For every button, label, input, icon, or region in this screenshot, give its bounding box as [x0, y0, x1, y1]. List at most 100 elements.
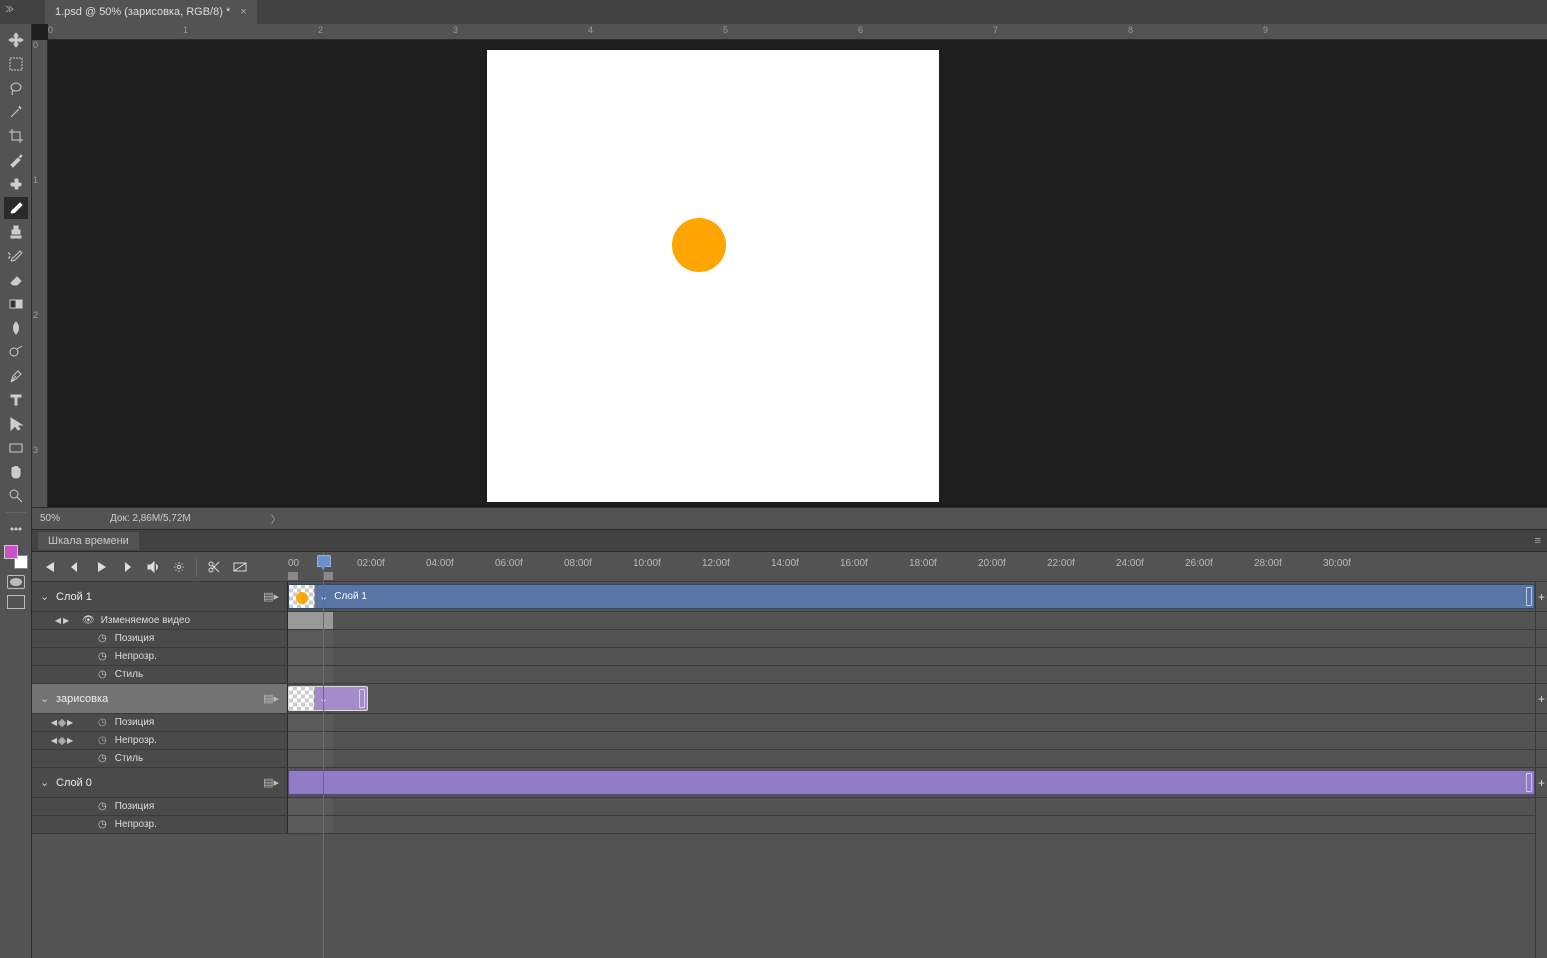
- stopwatch-icon[interactable]: ◷: [98, 669, 107, 680]
- timeline-menu-icon[interactable]: ≡: [1535, 535, 1541, 547]
- timeline-layer-row[interactable]: ⌄ зарисовка ▤▸ ⌄: [32, 684, 1547, 714]
- color-swatches[interactable]: [4, 545, 28, 569]
- close-icon[interactable]: ×: [240, 6, 246, 18]
- next-frame-button[interactable]: [114, 556, 140, 578]
- layer-header[interactable]: ⌄ зарисовка ▤▸: [32, 684, 288, 713]
- timeline-settings-button[interactable]: [166, 556, 192, 578]
- property-track[interactable]: [288, 630, 1535, 647]
- vertical-ruler[interactable]: 0 1 2 3: [32, 40, 48, 507]
- stopwatch-icon[interactable]: ◷: [98, 735, 107, 746]
- horizontal-ruler[interactable]: 0 1 2 3 4 5 6 7 8 9: [48, 24, 1547, 40]
- property-header[interactable]: ◷Стиль: [32, 666, 288, 683]
- timeline-tab[interactable]: Шкала времени: [38, 532, 139, 550]
- pen-tool-icon[interactable]: [4, 365, 28, 387]
- healing-tool-icon[interactable]: [4, 173, 28, 195]
- keyframe-nav[interactable]: ◀▶: [42, 736, 82, 745]
- property-track[interactable]: [288, 798, 1535, 815]
- transition-button[interactable]: [227, 556, 253, 578]
- property-header[interactable]: ◷Непрозр.: [32, 648, 288, 665]
- blur-tool-icon[interactable]: [4, 317, 28, 339]
- add-track-button[interactable]: +: [1536, 582, 1547, 612]
- property-track[interactable]: [288, 648, 1535, 665]
- chevron-down-icon[interactable]: ⌄: [40, 590, 52, 603]
- clip-end-handle[interactable]: [359, 689, 365, 708]
- property-header[interactable]: ◷Стиль: [32, 750, 288, 767]
- property-track[interactable]: [288, 816, 1535, 833]
- stamp-tool-icon[interactable]: [4, 221, 28, 243]
- visibility-icon[interactable]: 👁: [82, 615, 95, 626]
- clip-end-handle[interactable]: [1526, 773, 1532, 792]
- stopwatch-icon[interactable]: ◷: [98, 633, 107, 644]
- playhead[interactable]: [323, 552, 324, 958]
- track-body[interactable]: ⌄ Слой 1: [288, 582, 1535, 611]
- property-track[interactable]: [288, 750, 1535, 767]
- status-arrow-icon[interactable]: 〉: [271, 511, 281, 526]
- property-header[interactable]: ◀▶ ◷Непрозр.: [32, 732, 288, 749]
- crop-tool-icon[interactable]: [4, 125, 28, 147]
- video-clip[interactable]: ⌄: [288, 686, 368, 711]
- add-kf-icon[interactable]: [58, 736, 66, 744]
- zoom-tool-icon[interactable]: [4, 485, 28, 507]
- keyframe-nav[interactable]: ◀▶: [42, 616, 82, 625]
- stopwatch-icon[interactable]: ◷: [98, 753, 107, 764]
- next-kf-icon[interactable]: ▶: [63, 616, 69, 625]
- property-header[interactable]: ◷Позиция: [32, 630, 288, 647]
- timeline-layer-row[interactable]: ⌄ Слой 1 ▤▸ ⌄ Слой 1: [32, 582, 1547, 612]
- video-clip[interactable]: ⌄ Слой 1: [288, 584, 1535, 609]
- gradient-tool-icon[interactable]: [4, 293, 28, 315]
- document-tab[interactable]: 1.psd @ 50% (зарисовка, RGB/8) * ×: [45, 0, 257, 24]
- foreground-color-swatch[interactable]: [4, 545, 18, 559]
- audio-toggle-button[interactable]: [140, 556, 166, 578]
- property-track[interactable]: [288, 732, 1535, 749]
- chevron-down-icon[interactable]: ⌄: [40, 776, 52, 789]
- add-kf-icon[interactable]: [58, 718, 66, 726]
- document-size-info[interactable]: Док: 2,86M/5,72M: [110, 513, 191, 524]
- rectangle-tool-icon[interactable]: [4, 437, 28, 459]
- prev-kf-icon[interactable]: ◀: [51, 736, 57, 745]
- video-clip[interactable]: [288, 770, 1535, 795]
- quick-mask-toggle-icon[interactable]: [7, 575, 25, 589]
- add-track-button[interactable]: +: [1536, 684, 1547, 714]
- layer-header[interactable]: ⌄ Слой 1 ▤▸: [32, 582, 288, 611]
- property-header[interactable]: ◀▶ 👁 Изменяемое видео: [32, 612, 288, 629]
- prev-kf-icon[interactable]: ◀: [51, 718, 57, 727]
- brush-tool-icon[interactable]: [4, 197, 28, 219]
- eyedropper-tool-icon[interactable]: [4, 149, 28, 171]
- timeline-layer-row[interactable]: ⌄ Слой 0 ▤▸: [32, 768, 1547, 798]
- layer-header[interactable]: ⌄ Слой 0 ▤▸: [32, 768, 288, 797]
- property-track[interactable]: [288, 714, 1535, 731]
- filmstrip-icon[interactable]: ▤▸: [263, 776, 279, 789]
- add-track-button[interactable]: +: [1536, 768, 1547, 798]
- prev-kf-icon[interactable]: ◀: [55, 616, 61, 625]
- property-header[interactable]: ◷Непрозр.: [32, 816, 288, 833]
- document-canvas[interactable]: [487, 50, 939, 502]
- screen-mode-toggle-icon[interactable]: [7, 595, 25, 609]
- move-tool-icon[interactable]: [4, 29, 28, 51]
- edit-toolbar-icon[interactable]: [4, 518, 28, 540]
- property-track[interactable]: [288, 612, 1535, 629]
- track-body[interactable]: [288, 768, 1535, 797]
- go-to-start-button[interactable]: [36, 556, 62, 578]
- magic-wand-tool-icon[interactable]: [4, 101, 28, 123]
- filmstrip-icon[interactable]: ▤▸: [263, 590, 279, 603]
- property-track[interactable]: [288, 666, 1535, 683]
- hand-tool-icon[interactable]: [4, 461, 28, 483]
- path-select-tool-icon[interactable]: [4, 413, 28, 435]
- type-tool-icon[interactable]: [4, 389, 28, 411]
- dodge-tool-icon[interactable]: [4, 341, 28, 363]
- filmstrip-icon[interactable]: ▤▸: [263, 692, 279, 705]
- play-button[interactable]: [88, 556, 114, 578]
- lasso-tool-icon[interactable]: [4, 77, 28, 99]
- property-header[interactable]: ◀▶ ◷Позиция: [32, 714, 288, 731]
- zoom-level[interactable]: 50%: [40, 513, 100, 524]
- clip-end-handle[interactable]: [1526, 587, 1532, 606]
- marquee-tool-icon[interactable]: [4, 53, 28, 75]
- panel-expand-chevron[interactable]: [4, 4, 14, 14]
- chevron-down-icon[interactable]: ⌄: [40, 692, 52, 705]
- prev-frame-button[interactable]: [62, 556, 88, 578]
- stopwatch-icon[interactable]: ◷: [98, 819, 107, 830]
- stopwatch-icon[interactable]: ◷: [98, 801, 107, 812]
- property-header[interactable]: ◷Позиция: [32, 798, 288, 815]
- keyframe-nav[interactable]: ◀▶: [42, 718, 82, 727]
- segment-range[interactable]: [288, 612, 333, 629]
